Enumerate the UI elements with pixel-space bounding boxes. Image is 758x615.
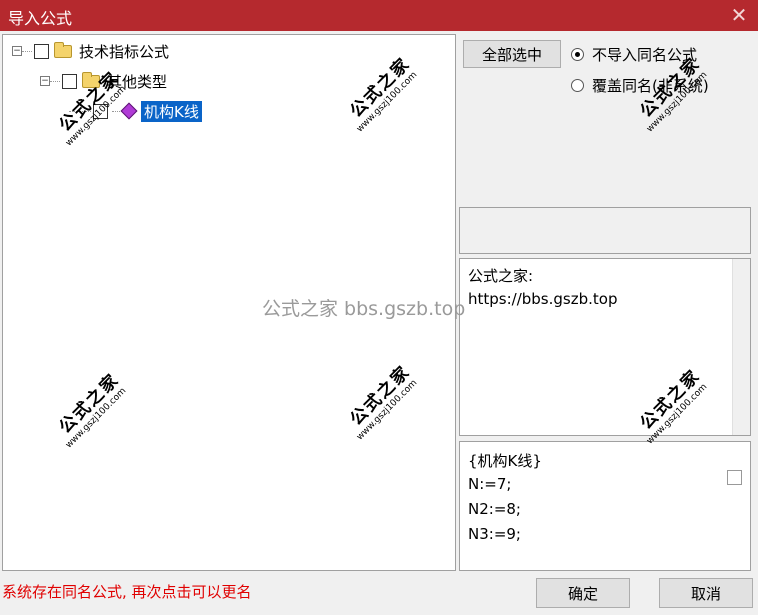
formula-tree[interactable]: − 技术指标公式 − 其他类型 机构K线: [2, 34, 456, 571]
radio-no-import[interactable]: 不导入同名公式: [571, 44, 697, 65]
root-checkbox[interactable]: [34, 43, 49, 59]
radio-label: 覆盖同名(非系统): [592, 77, 709, 95]
tree-node-group[interactable]: − 其他类型: [40, 70, 167, 92]
tree-node-item[interactable]: 机构K线: [69, 100, 202, 122]
tree-connector: [22, 50, 32, 52]
tree-node-label: 技术指标公式: [79, 42, 170, 61]
radio-label: 不导入同名公式: [592, 46, 698, 64]
folder-icon: [82, 71, 100, 88]
empty-field: [459, 207, 751, 254]
tree-node-label: 其他类型: [107, 72, 168, 91]
tree-node-root[interactable]: − 技术指标公式: [12, 40, 169, 62]
radio-overwrite[interactable]: 覆盖同名(非系统): [571, 75, 709, 96]
info-scrollbar[interactable]: [732, 259, 750, 435]
group-checkbox[interactable]: [62, 73, 77, 89]
radio-icon[interactable]: [571, 79, 584, 92]
collapse-icon[interactable]: −: [12, 46, 22, 56]
ok-button[interactable]: 确定: [536, 578, 630, 608]
status-message: 系统存在同名公式, 再次点击可以更名: [2, 583, 252, 601]
tree-connector: [112, 110, 120, 112]
close-icon[interactable]: ✕: [728, 3, 750, 27]
tree-connector: [69, 110, 91, 112]
formula-line-4: N3:=9;: [468, 525, 521, 543]
formula-gem-icon: [120, 102, 138, 120]
formula-checkbox[interactable]: [727, 470, 742, 485]
item-checkbox[interactable]: [93, 103, 108, 119]
formula-line-1: {机构K线}: [468, 452, 542, 470]
cancel-button[interactable]: 取消: [659, 578, 753, 608]
folder-icon: [54, 41, 72, 58]
collapse-icon[interactable]: −: [40, 76, 50, 86]
info-line-2: https://bbs.gszb.top: [468, 290, 618, 308]
formula-panel[interactable]: {机构K线} N:=7; N2:=8; N3:=9;: [459, 441, 751, 571]
formula-line-2: N:=7;: [468, 475, 512, 493]
tree-connector: [50, 80, 60, 82]
select-all-button[interactable]: 全部选中: [463, 40, 561, 68]
info-panel[interactable]: 公式之家: https://bbs.gszb.top: [459, 258, 751, 436]
formula-line-3: N2:=8;: [468, 500, 521, 518]
info-line-1: 公式之家:: [468, 267, 534, 285]
tree-node-label-selected: 机构K线: [141, 100, 202, 122]
window-title: 导入公式: [8, 9, 73, 28]
title-bar: 导入公式 ✕: [0, 0, 758, 31]
radio-selected-icon[interactable]: [571, 48, 584, 61]
